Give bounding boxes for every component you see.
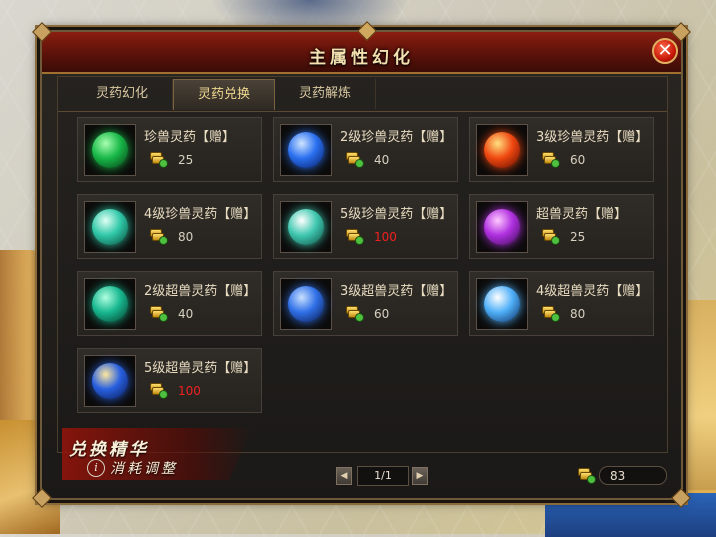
- exchange-window: 主属性幻化 ✕ 灵药幻化 灵药兑换 灵药解炼 珍兽灵药【赠】 25 2级珍兽灵药【赠…: [32, 21, 691, 508]
- tab-elixir-transform[interactable]: 灵药幻化: [72, 79, 173, 109]
- elixir-item-price: 25: [570, 230, 586, 244]
- title-bar: 主属性幻化: [42, 21, 681, 74]
- currency-balance: 83: [599, 466, 667, 485]
- page-indicator: 1/1: [357, 466, 409, 486]
- elixir-item-card[interactable]: 珍兽灵药【赠】 25: [77, 117, 262, 182]
- elixir-orb-icon: [84, 278, 136, 330]
- currency-icon: [578, 468, 596, 484]
- window-title: 主属性幻化: [309, 48, 414, 68]
- elixir-item-name: 4级超兽灵药【赠】: [536, 284, 649, 299]
- elixir-item-name: 2级珍兽灵药【赠】: [340, 130, 453, 145]
- elixir-item-name: 3级超兽灵药【赠】: [340, 284, 453, 299]
- elixir-item-price: 80: [178, 230, 194, 244]
- currency-icon: [150, 229, 168, 245]
- currency-icon: [346, 306, 364, 322]
- elixir-item-name: 珍兽灵药【赠】: [144, 130, 236, 145]
- elixir-item-name: 5级超兽灵药【赠】: [144, 361, 257, 376]
- tab-divider: [58, 111, 667, 112]
- elixir-item-name: 超兽灵药【赠】: [536, 207, 628, 222]
- currency-icon: [542, 152, 560, 168]
- currency-icon: [346, 152, 364, 168]
- currency-icon: [150, 152, 168, 168]
- elixir-item-card[interactable]: 2级珍兽灵药【赠】 40: [273, 117, 458, 182]
- elixir-orb-icon: [280, 124, 332, 176]
- elixir-item-name: 2级超兽灵药【赠】: [144, 284, 257, 299]
- elixir-item-card[interactable]: 5级珍兽灵药【赠】 100: [273, 194, 458, 259]
- prev-page-button[interactable]: ◀: [336, 467, 352, 485]
- elixir-orb-icon: [84, 201, 136, 253]
- tab-elixir-exchange[interactable]: 灵药兑换: [173, 79, 275, 110]
- close-button[interactable]: ✕: [652, 38, 678, 64]
- elixir-item-card[interactable]: 3级超兽灵药【赠】 60: [273, 271, 458, 336]
- elixir-item-price: 80: [570, 307, 586, 321]
- info-icon[interactable]: i: [87, 459, 105, 477]
- currency-icon: [150, 383, 168, 399]
- currency-icon: [542, 306, 560, 322]
- elixir-item-price: 100: [178, 384, 201, 398]
- elixir-item-card[interactable]: 4级珍兽灵药【赠】 80: [77, 194, 262, 259]
- elixir-item-name: 4级珍兽灵药【赠】: [144, 207, 257, 222]
- elixir-orb-icon: [476, 278, 528, 330]
- elixir-item-card[interactable]: 2级超兽灵药【赠】 40: [77, 271, 262, 336]
- elixir-item-price: 60: [570, 153, 586, 167]
- currency-icon: [542, 229, 560, 245]
- elixir-item-price: 60: [374, 307, 390, 321]
- content-panel: 灵药幻化 灵药兑换 灵药解炼 珍兽灵药【赠】 25 2级珍兽灵药【赠】 40 3级珍兽灵…: [57, 76, 668, 486]
- currency-icon: [150, 306, 168, 322]
- elixir-item-price: 40: [178, 307, 194, 321]
- tab-bar: 灵药幻化 灵药兑换 灵药解炼: [72, 79, 376, 111]
- elixir-item-name: 5级珍兽灵药【赠】: [340, 207, 453, 222]
- elixir-item-card[interactable]: 3级珍兽灵药【赠】 60: [469, 117, 654, 182]
- elixir-orb-icon: [280, 278, 332, 330]
- elixir-item-card[interactable]: 5级超兽灵药【赠】 100: [77, 348, 262, 413]
- elixir-item-card[interactable]: 4级超兽灵药【赠】 80: [469, 271, 654, 336]
- tab-elixir-refine[interactable]: 灵药解炼: [275, 79, 376, 109]
- elixir-orb-icon: [84, 124, 136, 176]
- elixir-item-price: 100: [374, 230, 397, 244]
- next-page-button[interactable]: ▶: [412, 467, 428, 485]
- elixir-orb-icon: [84, 355, 136, 407]
- footer-subtitle: 消耗调整: [110, 461, 178, 477]
- elixir-item-price: 40: [374, 153, 390, 167]
- elixir-item-name: 3级珍兽灵药【赠】: [536, 130, 649, 145]
- elixir-orb-icon: [476, 201, 528, 253]
- elixir-orb-icon: [280, 201, 332, 253]
- elixir-orb-icon: [476, 124, 528, 176]
- elixir-item-price: 25: [178, 153, 194, 167]
- currency-icon: [346, 229, 364, 245]
- elixir-item-card[interactable]: 超兽灵药【赠】 25: [469, 194, 654, 259]
- footer-title: 兑换精华: [69, 440, 149, 460]
